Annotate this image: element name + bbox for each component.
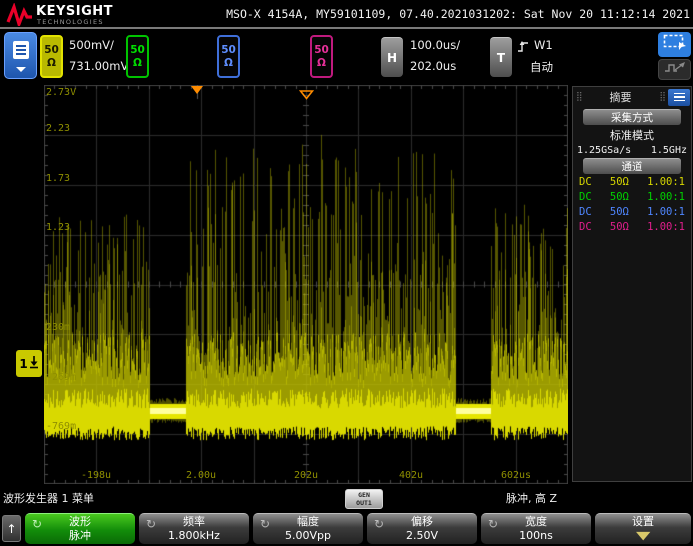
channel4-summary-row: DC 50Ω 1.00:1	[573, 219, 691, 234]
softkey-settings[interactable]: 设置 ▼	[595, 513, 691, 544]
waveform-arrow-icon	[663, 60, 687, 79]
sample-rate: 1.25GSa/s	[577, 145, 631, 156]
channel1-summary-row: DC 50Ω 1.00:1	[573, 174, 691, 189]
region-select-button[interactable]	[658, 32, 691, 57]
brand-subtitle: TECHNOLOGIES	[37, 18, 104, 26]
acquisition-mode-button[interactable]: 采集方式	[583, 109, 681, 125]
ohm-icon: Ω	[224, 57, 233, 69]
selection-rectangle-icon	[663, 34, 687, 55]
channel1-ground-marker[interactable]: 1	[16, 350, 42, 377]
channel2-button[interactable]: 50 Ω	[126, 35, 149, 78]
ground-arrow-icon	[29, 355, 39, 372]
bandwidth: 1.5GHz	[651, 145, 687, 156]
v-axis-label: -769m	[46, 421, 76, 432]
channel1-button[interactable]: 50 Ω	[40, 35, 63, 78]
channel4-impedance: 50	[314, 44, 329, 56]
channel1-offset: 731.00mV	[69, 59, 128, 73]
rotary-knob-icon: ↻	[488, 517, 498, 532]
brand-name: KEYSIGHT	[36, 4, 113, 19]
chevron-down-icon	[16, 67, 26, 72]
instrument-status-text: MSO-X 4154A, MY59101109, 07.40.202103120…	[226, 7, 690, 21]
wavegen-menu-title: 波形发生器 1 菜单	[3, 490, 94, 506]
t-axis-label: -198u	[81, 470, 111, 481]
channels-button[interactable]: 通道	[583, 158, 681, 174]
drag-handle-icon[interactable]: ⣿	[656, 92, 668, 102]
delay-reference-marker-icon[interactable]	[299, 85, 314, 104]
trigger-source: W1	[534, 38, 553, 52]
channel3-button[interactable]: 50 Ω	[217, 35, 240, 78]
menu-lines-icon	[12, 40, 30, 64]
main-menu-button[interactable]	[4, 32, 37, 79]
ohm-icon: Ω	[317, 57, 326, 69]
softkey-width[interactable]: ↻ 宽度 100ns	[481, 513, 591, 544]
timebase-scale: 100.0us/	[410, 38, 460, 52]
softkey-frequency[interactable]: ↻ 频率 1.800kHz	[139, 513, 249, 544]
scope-graticule-canvas[interactable]	[44, 85, 568, 484]
horizontal-button[interactable]: H	[381, 37, 403, 77]
channel1-marker-label: 1	[19, 357, 27, 371]
rotary-knob-icon: ↻	[260, 517, 270, 532]
menu-back-button[interactable]: ↑	[2, 515, 21, 542]
sidebar-title: 摘要	[585, 89, 657, 105]
summary-panel: ⣿ 摘要 ⣿ 采集方式 标准模式 1.25GSa/s 1.5GHz 通道 DC …	[572, 86, 692, 482]
rotary-knob-icon: ↻	[146, 517, 156, 532]
keysight-logo-spark	[6, 3, 33, 30]
drag-handle-icon[interactable]: ⣿	[573, 92, 585, 102]
ohm-icon: Ω	[47, 57, 56, 69]
channel1-impedance: 50	[44, 44, 59, 56]
menu-lines-icon	[674, 93, 685, 95]
acquisition-mode-value: 标准模式	[573, 127, 691, 143]
sidebar-menu-button[interactable]	[668, 89, 690, 106]
trigger-edge-icon	[517, 38, 530, 57]
t-axis-label: 402u	[399, 470, 423, 481]
trigger-mode: 自动	[530, 59, 553, 75]
ohm-icon: Ω	[133, 57, 142, 69]
timebase-delay: 202.0us	[410, 59, 456, 73]
t-axis-label: 202u	[294, 470, 318, 481]
channel3-summary-row: DC 50Ω 1.00:1	[573, 204, 691, 219]
rotary-knob-icon: ↻	[374, 517, 384, 532]
v-axis-label: 1.73	[46, 173, 70, 184]
channel2-impedance: 50	[130, 44, 145, 56]
up-arrow-icon: ↑	[6, 522, 16, 536]
channel3-impedance: 50	[221, 44, 236, 56]
wavegen-mode-status: 脉冲, 高 Z	[506, 490, 557, 506]
softkey-amplitude[interactable]: ↻ 幅度 5.00Vpp	[253, 513, 363, 544]
title-divider	[0, 27, 693, 29]
v-axis-label: 2.23	[46, 123, 70, 134]
gen-out1-button[interactable]: GEN OUT1	[345, 489, 383, 509]
down-arrow-icon: ▼	[636, 529, 650, 543]
channel2-summary-row: DC 50Ω 1.00:1	[573, 189, 691, 204]
waveform-drag-button[interactable]	[658, 59, 691, 80]
channel1-scale: 500mV/	[69, 38, 114, 52]
softkey-waveform[interactable]: ↻ 波形 脉冲	[25, 513, 135, 544]
trigger-button[interactable]: T	[490, 37, 512, 77]
softkey-offset[interactable]: ↻ 偏移 2.50V	[367, 513, 477, 544]
v-axis-label: -269m	[46, 372, 76, 383]
t-axis-label: 2.00u	[186, 470, 216, 481]
v-axis-label: 230m	[46, 322, 70, 333]
v-axis-label: 2.73V	[46, 87, 76, 98]
trigger-time-marker-icon[interactable]	[191, 86, 203, 94]
v-axis-label: 1.23	[46, 222, 70, 233]
channel4-button[interactable]: 50 Ω	[310, 35, 333, 78]
t-axis-label: 602us	[501, 470, 531, 481]
rotary-knob-icon: ↻	[32, 517, 42, 532]
